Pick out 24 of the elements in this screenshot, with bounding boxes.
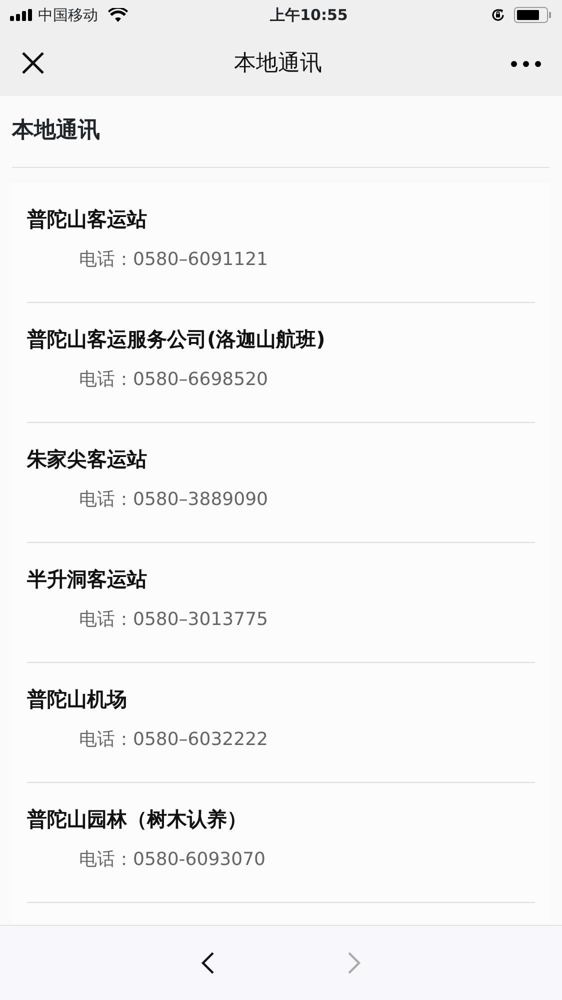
carrier-name: 中国移动	[38, 4, 98, 26]
more-icon	[510, 60, 542, 68]
section-heading: 本地通讯	[12, 96, 550, 168]
phone-number: 电话：0580–6032222	[79, 728, 269, 752]
contact-name: 普陀山机场	[27, 686, 128, 713]
phone-number: 电话：0580–6698520	[79, 368, 269, 392]
rotation-lock-icon	[490, 7, 506, 23]
phone-number: 电话：0580–3013775	[79, 608, 269, 632]
close-icon	[20, 50, 46, 76]
phone-number: 电话：0580–3889090	[79, 488, 269, 512]
contact-name: 半升洞客运站	[27, 566, 148, 593]
contact-name: 普陀山客运服务公司(洛迦山航班)	[27, 326, 326, 353]
chevron-left-icon	[199, 950, 217, 976]
contact-name: 朱家尖客运站	[27, 446, 148, 473]
contact-name: 普陀山园林（树木认养）	[27, 806, 248, 833]
phone-number: 电话：0580–6091121	[79, 248, 269, 272]
contact-name: 普陀山客运站	[27, 206, 148, 233]
status-time: 上午10:55	[270, 4, 348, 26]
battery-icon	[514, 7, 552, 23]
phone-number: 电话：0580-6093070	[79, 848, 266, 872]
chevron-right-icon	[345, 950, 363, 976]
page-title: 本地通讯	[234, 50, 322, 78]
wifi-icon	[108, 8, 128, 22]
signal-icon	[10, 9, 34, 21]
